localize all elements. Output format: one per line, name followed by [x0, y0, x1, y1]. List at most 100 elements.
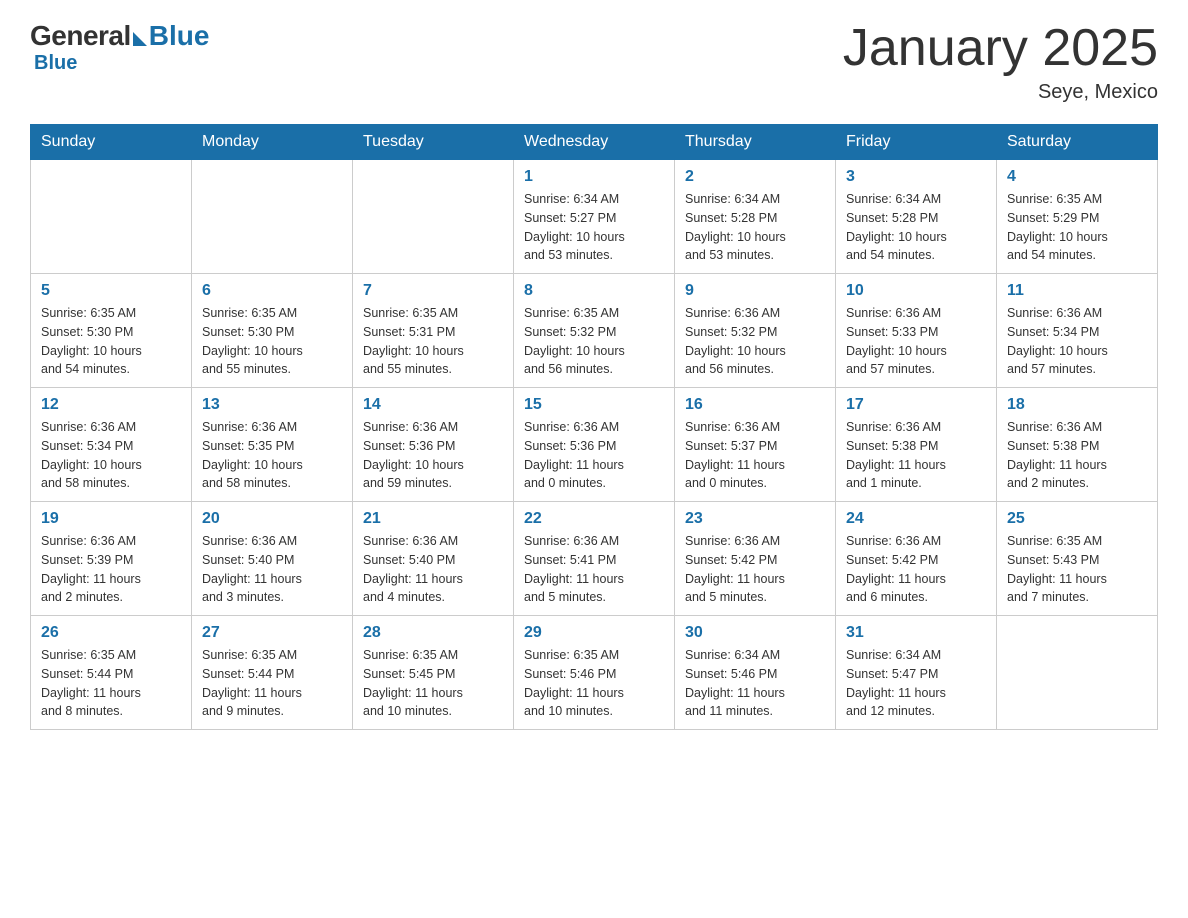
- day-info: Sunrise: 6:35 AM Sunset: 5:29 PM Dayligh…: [1007, 190, 1147, 265]
- calendar-table: SundayMondayTuesdayWednesdayThursdayFrid…: [30, 124, 1158, 730]
- day-info: Sunrise: 6:34 AM Sunset: 5:47 PM Dayligh…: [846, 646, 986, 721]
- calendar-cell: 2 Sunrise: 6:34 AM Sunset: 5:28 PM Daylig…: [675, 160, 836, 274]
- day-number: 13: [202, 396, 342, 414]
- logo-blue-text: Blue: [149, 20, 210, 52]
- calendar-cell: 31 Sunrise: 6:34 AM Sunset: 5:47 PM Dayli…: [836, 616, 997, 730]
- location-text: Seye, Mexico: [843, 81, 1158, 104]
- calendar-cell: 8 Sunrise: 6:35 AM Sunset: 5:32 PM Daylig…: [514, 274, 675, 388]
- weekday-header-monday: Monday: [192, 125, 353, 160]
- day-info: Sunrise: 6:36 AM Sunset: 5:34 PM Dayligh…: [1007, 304, 1147, 379]
- calendar-cell: 20 Sunrise: 6:36 AM Sunset: 5:40 PM Dayli…: [192, 502, 353, 616]
- weekday-header-friday: Friday: [836, 125, 997, 160]
- logo: General Blue Blue: [30, 20, 209, 75]
- calendar-cell: 19Sunrise: 6:36 AM Sunset: 5:39 PM Dayli…: [31, 502, 192, 616]
- day-info: Sunrise: 6:36 AM Sunset: 5:37 PM Dayligh…: [685, 418, 825, 493]
- calendar-cell: 16 Sunrise: 6:36 AM Sunset: 5:37 PM Dayli…: [675, 388, 836, 502]
- day-info: Sunrise: 6:36 AM Sunset: 5:32 PM Dayligh…: [685, 304, 825, 379]
- day-number: 20: [202, 510, 342, 528]
- calendar-cell: 27 Sunrise: 6:35 AM Sunset: 5:44 PM Dayli…: [192, 616, 353, 730]
- day-number: 27: [202, 624, 342, 642]
- calendar-cell: 1 Sunrise: 6:34 AM Sunset: 5:27 PM Daylig…: [514, 160, 675, 274]
- day-info: Sunrise: 6:35 AM Sunset: 5:45 PM Dayligh…: [363, 646, 503, 721]
- calendar-cell: 30 Sunrise: 6:34 AM Sunset: 5:46 PM Dayli…: [675, 616, 836, 730]
- day-number: 4: [1007, 168, 1147, 186]
- day-number: 30: [685, 624, 825, 642]
- calendar-week-4: 19Sunrise: 6:36 AM Sunset: 5:39 PM Dayli…: [31, 502, 1158, 616]
- day-number: 23: [685, 510, 825, 528]
- calendar-cell: 29 Sunrise: 6:35 AM Sunset: 5:46 PM Dayli…: [514, 616, 675, 730]
- calendar-header: SundayMondayTuesdayWednesdayThursdayFrid…: [31, 125, 1158, 160]
- day-number: 5: [41, 282, 181, 300]
- day-number: 26: [41, 624, 181, 642]
- weekday-header-tuesday: Tuesday: [353, 125, 514, 160]
- day-number: 19: [41, 510, 181, 528]
- calendar-week-1: 1 Sunrise: 6:34 AM Sunset: 5:27 PM Daylig…: [31, 160, 1158, 274]
- calendar-cell: 28 Sunrise: 6:35 AM Sunset: 5:45 PM Dayli…: [353, 616, 514, 730]
- weekday-header-thursday: Thursday: [675, 125, 836, 160]
- day-info: Sunrise: 6:34 AM Sunset: 5:27 PM Dayligh…: [524, 190, 664, 265]
- day-info: Sunrise: 6:34 AM Sunset: 5:46 PM Dayligh…: [685, 646, 825, 721]
- calendar-week-3: 12Sunrise: 6:36 AM Sunset: 5:34 PM Dayli…: [31, 388, 1158, 502]
- day-number: 29: [524, 624, 664, 642]
- day-number: 21: [363, 510, 503, 528]
- calendar-cell: 11 Sunrise: 6:36 AM Sunset: 5:34 PM Dayli…: [997, 274, 1158, 388]
- day-info: Sunrise: 6:36 AM Sunset: 5:35 PM Dayligh…: [202, 418, 342, 493]
- day-number: 6: [202, 282, 342, 300]
- day-info: Sunrise: 6:36 AM Sunset: 5:40 PM Dayligh…: [202, 532, 342, 607]
- day-info: Sunrise: 6:35 AM Sunset: 5:30 PM Dayligh…: [41, 304, 181, 379]
- calendar-cell: 18Sunrise: 6:36 AM Sunset: 5:38 PM Dayli…: [997, 388, 1158, 502]
- calendar-cell: 14Sunrise: 6:36 AM Sunset: 5:36 PM Dayli…: [353, 388, 514, 502]
- calendar-cell: 10Sunrise: 6:36 AM Sunset: 5:33 PM Dayli…: [836, 274, 997, 388]
- day-info: Sunrise: 6:35 AM Sunset: 5:44 PM Dayligh…: [41, 646, 181, 721]
- calendar-cell: 25Sunrise: 6:35 AM Sunset: 5:43 PM Dayli…: [997, 502, 1158, 616]
- calendar-cell: 17Sunrise: 6:36 AM Sunset: 5:38 PM Dayli…: [836, 388, 997, 502]
- day-info: Sunrise: 6:36 AM Sunset: 5:41 PM Dayligh…: [524, 532, 664, 607]
- day-number: 31: [846, 624, 986, 642]
- day-number: 22: [524, 510, 664, 528]
- day-info: Sunrise: 6:35 AM Sunset: 5:44 PM Dayligh…: [202, 646, 342, 721]
- calendar-cell: 26 Sunrise: 6:35 AM Sunset: 5:44 PM Dayli…: [31, 616, 192, 730]
- month-title: January 2025: [843, 20, 1158, 77]
- day-number: 2: [685, 168, 825, 186]
- day-number: 18: [1007, 396, 1147, 414]
- calendar-cell: 24Sunrise: 6:36 AM Sunset: 5:42 PM Dayli…: [836, 502, 997, 616]
- calendar-cell: 5 Sunrise: 6:35 AM Sunset: 5:30 PM Daylig…: [31, 274, 192, 388]
- calendar-cell: 15Sunrise: 6:36 AM Sunset: 5:36 PM Dayli…: [514, 388, 675, 502]
- logo-arrow-icon: [133, 32, 147, 46]
- page-header: General Blue Blue January 2025 Seye, Mex…: [30, 20, 1158, 104]
- day-info: Sunrise: 6:34 AM Sunset: 5:28 PM Dayligh…: [846, 190, 986, 265]
- calendar-cell: 12Sunrise: 6:36 AM Sunset: 5:34 PM Dayli…: [31, 388, 192, 502]
- day-info: Sunrise: 6:36 AM Sunset: 5:36 PM Dayligh…: [524, 418, 664, 493]
- day-info: Sunrise: 6:36 AM Sunset: 5:38 PM Dayligh…: [846, 418, 986, 493]
- day-number: 16: [685, 396, 825, 414]
- logo-general-text: General: [30, 20, 131, 52]
- calendar-week-2: 5 Sunrise: 6:35 AM Sunset: 5:30 PM Daylig…: [31, 274, 1158, 388]
- calendar-cell: 22 Sunrise: 6:36 AM Sunset: 5:41 PM Dayli…: [514, 502, 675, 616]
- day-number: 11: [1007, 282, 1147, 300]
- calendar-cell: 23Sunrise: 6:36 AM Sunset: 5:42 PM Dayli…: [675, 502, 836, 616]
- logo-bottom-text: Blue: [34, 52, 77, 75]
- day-number: 7: [363, 282, 503, 300]
- day-info: Sunrise: 6:35 AM Sunset: 5:30 PM Dayligh…: [202, 304, 342, 379]
- day-info: Sunrise: 6:35 AM Sunset: 5:43 PM Dayligh…: [1007, 532, 1147, 607]
- calendar-cell: [192, 160, 353, 274]
- day-number: 3: [846, 168, 986, 186]
- day-info: Sunrise: 6:36 AM Sunset: 5:36 PM Dayligh…: [363, 418, 503, 493]
- day-number: 9: [685, 282, 825, 300]
- day-number: 1: [524, 168, 664, 186]
- calendar-cell: [31, 160, 192, 274]
- day-info: Sunrise: 6:36 AM Sunset: 5:42 PM Dayligh…: [846, 532, 986, 607]
- day-info: Sunrise: 6:34 AM Sunset: 5:28 PM Dayligh…: [685, 190, 825, 265]
- calendar-cell: 13 Sunrise: 6:36 AM Sunset: 5:35 PM Dayli…: [192, 388, 353, 502]
- day-number: 8: [524, 282, 664, 300]
- day-info: Sunrise: 6:35 AM Sunset: 5:32 PM Dayligh…: [524, 304, 664, 379]
- calendar-cell: 6 Sunrise: 6:35 AM Sunset: 5:30 PM Daylig…: [192, 274, 353, 388]
- day-info: Sunrise: 6:36 AM Sunset: 5:34 PM Dayligh…: [41, 418, 181, 493]
- calendar-cell: 21 Sunrise: 6:36 AM Sunset: 5:40 PM Dayli…: [353, 502, 514, 616]
- day-info: Sunrise: 6:36 AM Sunset: 5:40 PM Dayligh…: [363, 532, 503, 607]
- day-info: Sunrise: 6:35 AM Sunset: 5:31 PM Dayligh…: [363, 304, 503, 379]
- calendar-cell: 3 Sunrise: 6:34 AM Sunset: 5:28 PM Daylig…: [836, 160, 997, 274]
- day-number: 28: [363, 624, 503, 642]
- day-info: Sunrise: 6:35 AM Sunset: 5:46 PM Dayligh…: [524, 646, 664, 721]
- weekday-header-sunday: Sunday: [31, 125, 192, 160]
